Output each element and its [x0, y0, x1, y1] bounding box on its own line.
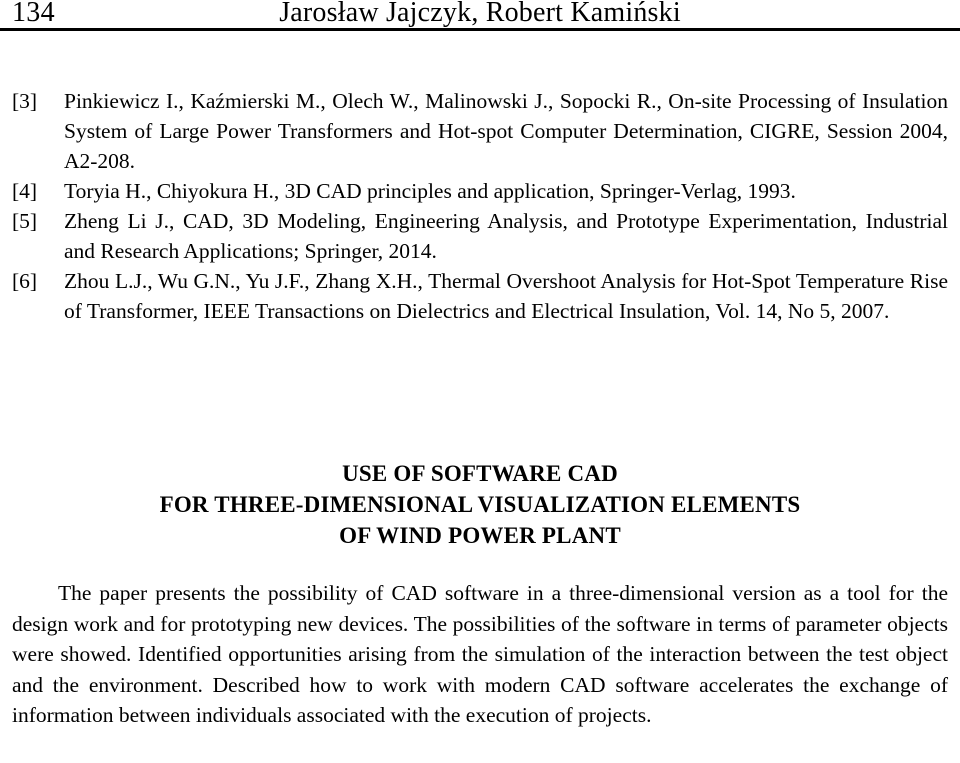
reference-text: Pinkiewicz I., Kaźmierski M., Olech W., … [64, 89, 948, 173]
reference-item: [4] Toryia H., Chiyokura H., 3D CAD prin… [12, 176, 948, 206]
reference-label: [3] [12, 89, 38, 113]
article-title: USE OF SOFTWARE CAD FOR THREE-DIMENSIONA… [0, 458, 960, 551]
reference-list: [3] Pinkiewicz I., Kaźmierski M., Olech … [12, 86, 948, 326]
reference-text: Zhou L.J., Wu G.N., Yu J.F., Zhang X.H.,… [64, 269, 948, 323]
reference-text: Toryia H., Chiyokura H., 3D CAD principl… [64, 179, 796, 203]
running-head: 134 Jarosław Jajczyk, Robert Kamiński [0, 0, 960, 31]
header-divider [0, 28, 960, 31]
reference-item: [5] Zheng Li J., CAD, 3D Modeling, Engin… [12, 206, 948, 266]
reference-label: [5] [12, 209, 38, 233]
page: 134 Jarosław Jajczyk, Robert Kamiński [3… [0, 0, 960, 763]
reference-label: [4] [12, 179, 38, 203]
reference-item: [6] Zhou L.J., Wu G.N., Yu J.F., Zhang X… [12, 266, 948, 326]
reference-text: Zheng Li J., CAD, 3D Modeling, Engineeri… [64, 209, 948, 263]
abstract-paragraph: The paper presents the possibility of CA… [12, 581, 948, 727]
reference-item: [3] Pinkiewicz I., Kaźmierski M., Olech … [12, 86, 948, 176]
running-head-authors: Jarosław Jajczyk, Robert Kamiński [279, 0, 681, 28]
article-title-line: FOR THREE-DIMENSIONAL VISUALIZATION ELEM… [159, 492, 801, 517]
reference-label: [6] [12, 269, 38, 293]
article-title-line: USE OF SOFTWARE CAD [342, 461, 618, 486]
article-title-line: OF WIND POWER PLANT [339, 523, 621, 548]
